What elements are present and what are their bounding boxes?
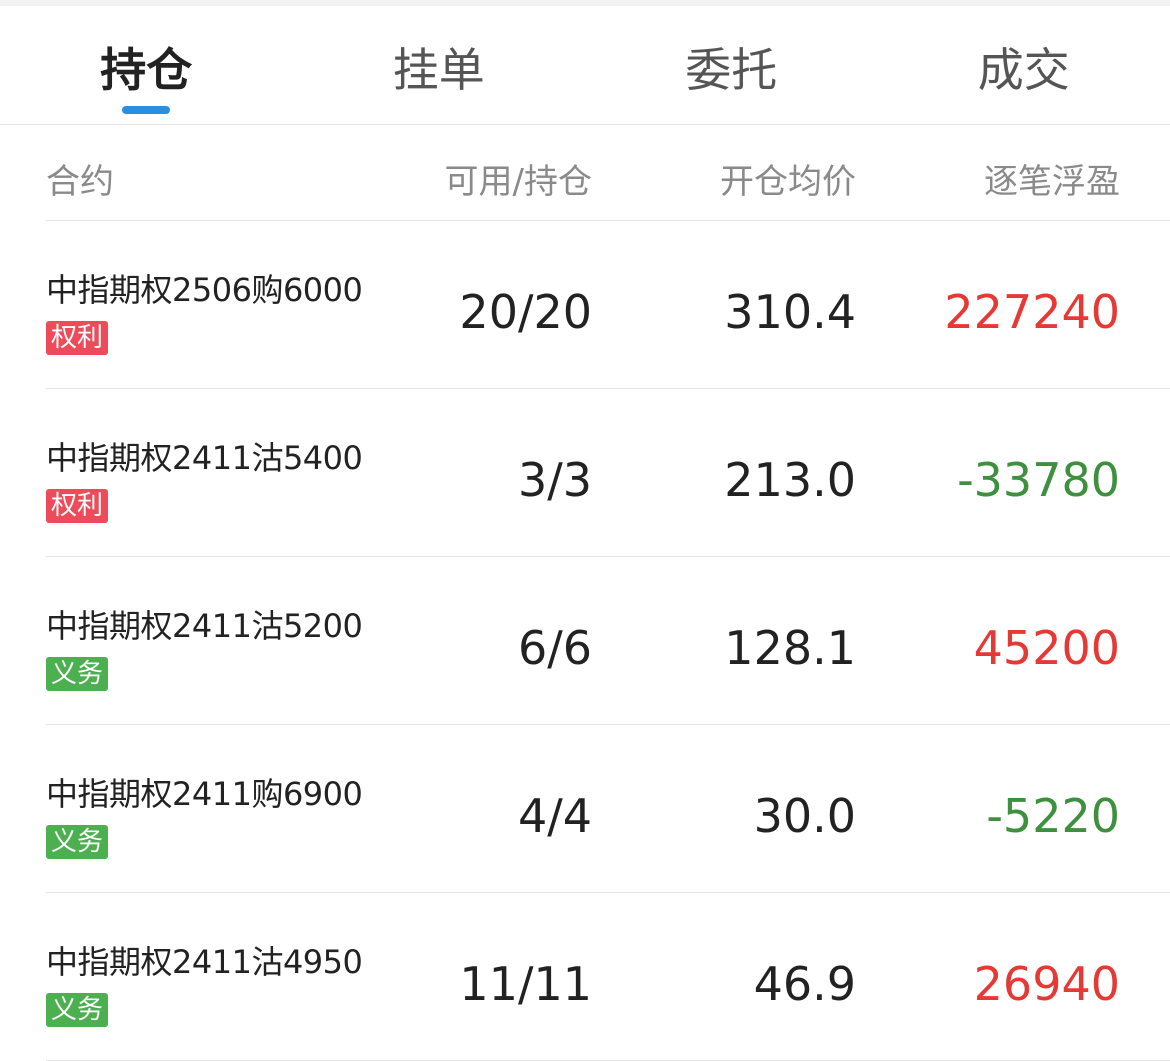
contract-name: 中指期权2411沽5200 xyxy=(46,601,362,647)
position-row[interactable]: 中指期权2506购6000 权利 20/20 310.4 227240 xyxy=(46,221,1170,389)
floating-pnl: -5220 xyxy=(986,789,1120,843)
position-type-badge: 权利 xyxy=(46,321,108,355)
column-header-open-avg-price: 开仓均价 xyxy=(720,154,856,203)
position-type-badge: 义务 xyxy=(46,657,108,691)
positions-list: 中指期权2506购6000 权利 20/20 310.4 227240 中指期权… xyxy=(46,221,1170,1061)
contract-name: 中指期权2411购6900 xyxy=(46,769,362,815)
available-position: 20/20 xyxy=(459,285,592,339)
floating-pnl: 26940 xyxy=(974,957,1120,1011)
open-avg-price: 310.4 xyxy=(724,285,856,339)
available-position: 3/3 xyxy=(518,453,592,507)
floating-pnl: -33780 xyxy=(957,453,1120,507)
contract-name: 中指期权2506购6000 xyxy=(46,265,362,311)
tab-pending-orders[interactable]: 挂单 xyxy=(293,6,586,124)
available-position: 6/6 xyxy=(518,621,592,675)
column-header-floating-pnl[interactable]: 逐笔浮盈 xyxy=(984,154,1120,203)
position-row[interactable]: 中指期权2411购6900 义务 4/4 30.0 -5220 xyxy=(46,725,1170,893)
floating-pnl: 45200 xyxy=(974,621,1120,675)
open-avg-price: 30.0 xyxy=(754,789,856,843)
position-row[interactable]: 中指期权2411沽4950 义务 11/11 46.9 26940 xyxy=(46,893,1170,1061)
position-row[interactable]: 中指期权2411沽5400 权利 3/3 213.0 -33780 xyxy=(46,389,1170,557)
floating-pnl: 227240 xyxy=(944,285,1120,339)
active-tab-indicator xyxy=(122,106,170,114)
position-type-badge: 义务 xyxy=(46,825,108,859)
position-type-badge: 权利 xyxy=(46,489,108,523)
tab-orders[interactable]: 委托 xyxy=(585,6,878,124)
tab-trades[interactable]: 成交 xyxy=(878,6,1170,124)
position-type-badge: 义务 xyxy=(46,993,108,1027)
contract-name: 中指期权2411沽5400 xyxy=(46,433,362,479)
open-avg-price: 128.1 xyxy=(724,621,856,675)
tab-bar: 持仓 挂单 委托 成交 xyxy=(0,6,1170,125)
open-avg-price: 213.0 xyxy=(724,453,856,507)
position-row[interactable]: 中指期权2411沽5200 义务 6/6 128.1 45200 xyxy=(46,557,1170,725)
tab-trades-label: 成交 xyxy=(978,34,1070,100)
available-position: 11/11 xyxy=(459,957,592,1011)
tab-positions[interactable]: 持仓 xyxy=(0,6,293,124)
open-avg-price: 46.9 xyxy=(754,957,856,1011)
contract-name: 中指期权2411沽4950 xyxy=(46,937,362,983)
column-header-available-position: 可用/持仓 xyxy=(445,154,592,203)
tab-orders-label: 委托 xyxy=(685,34,777,100)
table-header: 合约 可用/持仓 开仓均价 逐笔浮盈 xyxy=(46,126,1170,221)
column-header-contract: 合约 xyxy=(46,154,114,203)
tab-pending-orders-label: 挂单 xyxy=(393,34,485,100)
available-position: 4/4 xyxy=(518,789,592,843)
tab-positions-label: 持仓 xyxy=(100,34,192,100)
